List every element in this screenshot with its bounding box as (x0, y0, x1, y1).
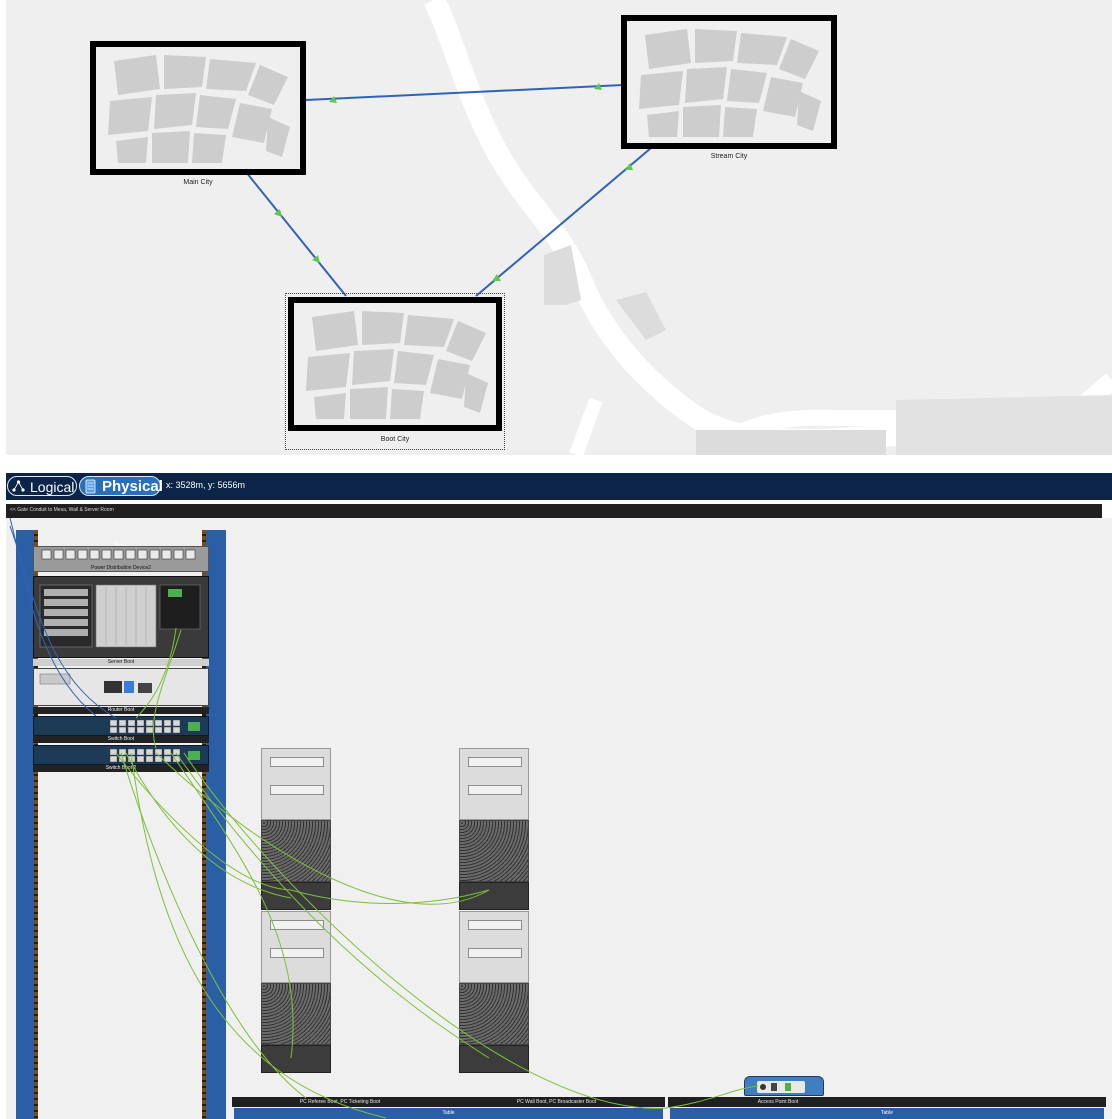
ethernet-cables (115, 627, 759, 1119)
physical-workspace[interactable]: Rack Power Distribution Device2 Server B… (6, 518, 1112, 1119)
panel-divider (0, 455, 1112, 473)
link-lines (245, 84, 652, 297)
city-map-icon (639, 29, 821, 137)
view-toolbar: Logical Physical x: 3528m, y: 5656m (6, 473, 1112, 500)
city-main[interactable]: Main City (90, 41, 306, 191)
physical-view-button[interactable]: Physical (79, 476, 163, 496)
breadcrumb-bar: << Gate Conduit to Mesa, Wall & Server R… (6, 504, 1102, 518)
geo-map-view[interactable]: Main City Stream City Boot City (6, 0, 1112, 455)
physical-rack-icon (85, 479, 96, 494)
city-label: Boot City (380, 436, 410, 443)
city-map-icon (108, 55, 290, 163)
logical-view-button[interactable]: Logical (7, 476, 77, 496)
city-label: Stream City (710, 153, 748, 160)
cursor-coordinates: x: 3528m, y: 5656m (166, 480, 246, 490)
console-cables (9, 518, 117, 719)
cable-overlay (9, 518, 759, 1119)
city-boot[interactable]: Boot City (285, 293, 505, 450)
city-map-icon (306, 311, 488, 419)
city-label: Main City (183, 179, 213, 186)
logical-network-icon (12, 480, 25, 492)
logical-label: Logical (30, 479, 75, 495)
city-stream[interactable]: Stream City (621, 15, 837, 165)
physical-label: Physical (102, 478, 163, 495)
back-to-parent-link[interactable]: << Gate Conduit to Mesa, Wall & Server R… (10, 507, 114, 513)
